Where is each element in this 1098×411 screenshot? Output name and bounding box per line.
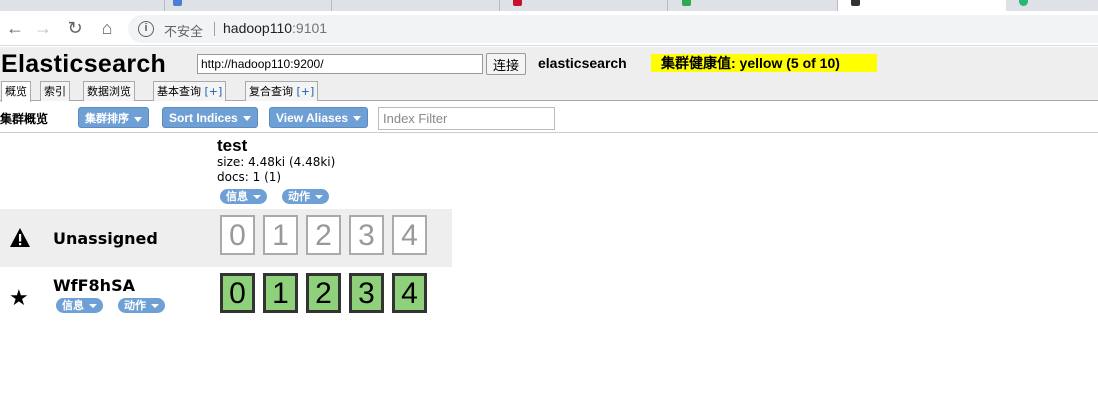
overview-title: 集群概览: [0, 112, 49, 126]
address-bar[interactable]: i 不安全 hadoop110:9101: [128, 15, 1098, 43]
overview-toolbar: 集群概览 集群排序 Sort Indices View Aliases: [0, 102, 1098, 133]
master-star-icon: ★: [9, 285, 29, 310]
caret-down-icon: [242, 116, 251, 122]
tab-plus: [+]: [204, 85, 223, 98]
page-icon: [851, 0, 860, 6]
page-icon: [173, 0, 182, 6]
shard-assigned[interactable]: 1: [263, 273, 298, 313]
connection-url-input[interactable]: [197, 54, 483, 74]
reload-icon[interactable]: ↻: [64, 17, 86, 39]
browser-tab-strip: [0, 0, 1098, 11]
tab-indices[interactable]: 索引: [40, 81, 70, 101]
forward-icon[interactable]: →: [32, 17, 54, 39]
tab-compound-query[interactable]: 复合查询 [+]: [245, 81, 319, 101]
cluster-health-badge: 集群健康值: yellow (5 of 10): [651, 54, 877, 72]
tab-label: 数据浏览: [87, 85, 131, 98]
index-name: test: [217, 136, 248, 155]
shard-unassigned[interactable]: 3: [349, 215, 384, 255]
caret-down-icon: [353, 116, 362, 122]
index-action-button[interactable]: 动作: [282, 189, 329, 204]
tab-basic-query[interactable]: 基本查询 [+]: [153, 81, 227, 101]
app-title: Elasticsearch: [1, 50, 167, 78]
browser-tab-active[interactable]: [838, 0, 1006, 11]
shard-unassigned[interactable]: 1: [263, 215, 298, 255]
caret-down-icon: [315, 195, 323, 199]
shard-assigned[interactable]: 0: [220, 273, 255, 313]
index-filter-input[interactable]: [378, 107, 555, 130]
cluster-name: elasticsearch: [538, 55, 627, 71]
shard-assigned[interactable]: 2: [306, 273, 341, 313]
button-label: 集群排序: [85, 112, 129, 125]
shard-assigned[interactable]: 4: [392, 273, 427, 313]
insecure-label: 不安全: [164, 24, 204, 39]
tab-label: 复合查询: [249, 85, 293, 98]
browser-tab[interactable]: [165, 0, 332, 11]
url-port: :9101: [292, 20, 328, 36]
caret-down-icon: [151, 304, 159, 308]
sort-indices-button[interactable]: Sort Indices: [162, 107, 258, 128]
tab-browser[interactable]: 数据浏览: [83, 81, 135, 101]
browser-tab[interactable]: [0, 0, 165, 11]
browser-tab[interactable]: [500, 0, 668, 11]
back-icon[interactable]: ←: [4, 17, 26, 39]
node-name: WfF8hSA: [53, 276, 135, 295]
button-label: 信息: [62, 299, 84, 312]
button-label: 动作: [124, 299, 146, 312]
divider: [214, 22, 215, 36]
tab-label: 索引: [44, 85, 66, 98]
button-label: 信息: [226, 190, 248, 203]
node-info-button[interactable]: 信息: [56, 298, 103, 313]
browser-toolbar: ← → ↻ ⌂ i 不安全 hadoop110:9101: [0, 11, 1098, 46]
button-label: 动作: [288, 190, 310, 203]
unassigned-label: Unassigned: [53, 229, 158, 248]
browser-tab[interactable]: [332, 0, 500, 11]
index-size: size: 4.48ki (4.48ki): [217, 155, 336, 169]
page-icon: [682, 0, 691, 6]
browser-tab[interactable]: [668, 0, 838, 11]
tab-label: 概览: [5, 85, 27, 98]
shard-assigned[interactable]: 3: [349, 273, 384, 313]
caret-down-icon: [89, 304, 97, 308]
button-label: View Aliases: [276, 111, 349, 125]
page-icon: [1019, 0, 1028, 6]
tab-overview[interactable]: 概览: [1, 81, 31, 102]
button-label: Sort Indices: [169, 111, 238, 125]
app-header: Elasticsearch 连接 elasticsearch 集群健康值: ye…: [0, 47, 1098, 79]
shard-unassigned[interactable]: 4: [392, 215, 427, 255]
home-icon[interactable]: ⌂: [96, 17, 118, 39]
connect-button[interactable]: 连接: [486, 53, 526, 75]
index-info-button[interactable]: 信息: [220, 189, 267, 204]
sort-cluster-button[interactable]: 集群排序: [78, 107, 149, 128]
shard-unassigned[interactable]: 2: [306, 215, 341, 255]
tab-plus: [+]: [296, 85, 315, 98]
caret-down-icon: [253, 195, 261, 199]
view-aliases-button[interactable]: View Aliases: [269, 107, 369, 128]
url-host: hadoop110: [223, 20, 293, 36]
tab-label: 基本查询: [157, 85, 201, 98]
page-icon: [513, 0, 522, 6]
index-docs: docs: 1 (1): [217, 170, 282, 184]
browser-tab[interactable]: [1006, 0, 1098, 11]
warning-icon: [10, 228, 30, 247]
info-icon[interactable]: i: [138, 21, 154, 37]
url-text[interactable]: hadoop110:9101: [223, 20, 327, 36]
caret-down-icon: [134, 116, 142, 122]
shard-unassigned[interactable]: 0: [220, 215, 255, 255]
main-tabs: 概览 索引 数据浏览 基本查询 [+] 复合查询 [+]: [0, 79, 1098, 102]
node-action-button[interactable]: 动作: [118, 298, 165, 313]
